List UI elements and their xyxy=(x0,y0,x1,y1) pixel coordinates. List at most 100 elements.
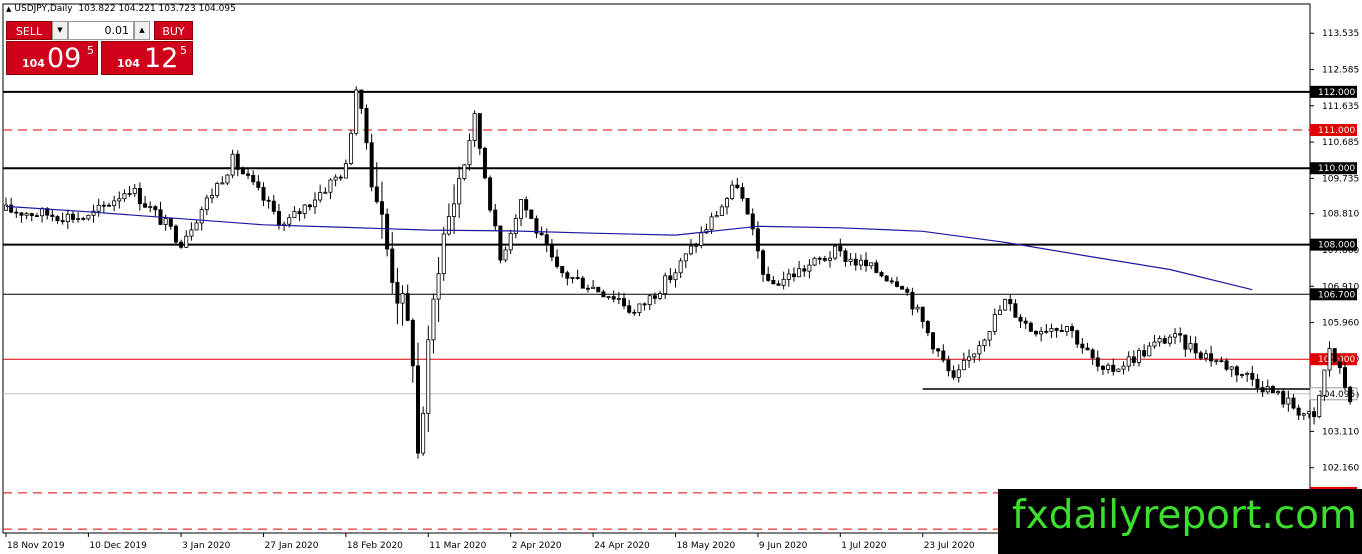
candle-body xyxy=(462,164,467,179)
candle-body xyxy=(40,208,45,217)
candle-body xyxy=(1034,330,1039,335)
candle-body xyxy=(951,370,956,378)
candle-body xyxy=(328,179,333,193)
candle-body xyxy=(287,217,292,225)
sell-button[interactable]: SELL xyxy=(6,21,52,40)
candle-body xyxy=(230,153,235,176)
candle-body xyxy=(173,225,178,243)
price-chart[interactable]: 113.535 112.585 111.635 110.685 109.735 108.8… xyxy=(0,0,1362,554)
sell-price-box[interactable]: 104 09 5 xyxy=(6,41,98,75)
candle-body xyxy=(488,177,493,211)
candle-body xyxy=(1301,413,1306,416)
lot-decrease-button[interactable]: ▼ xyxy=(52,21,68,40)
candle-body xyxy=(678,260,683,274)
candle-body xyxy=(1322,369,1327,396)
candle-body xyxy=(992,314,997,332)
candle-body xyxy=(534,218,539,234)
candle-body xyxy=(864,259,869,267)
chart-area[interactable]: 113.535 112.585 111.635 110.685 109.735 108.8… xyxy=(0,0,1362,554)
candle-body xyxy=(771,280,776,285)
candle-body xyxy=(802,268,807,272)
candle-body xyxy=(1121,365,1126,370)
candle-body xyxy=(627,305,632,313)
candle-body xyxy=(431,298,436,341)
candle-body xyxy=(1131,356,1136,363)
candle-body xyxy=(956,369,961,378)
candle-body xyxy=(740,187,745,199)
x-tick-label: 18 May 2020 xyxy=(677,541,736,551)
level-tag-label: 110.000 xyxy=(1318,164,1355,174)
candle-body xyxy=(1167,336,1172,344)
candle-body xyxy=(714,215,719,218)
candle-body xyxy=(421,412,426,454)
candle-body xyxy=(14,211,19,214)
candle-body xyxy=(189,229,194,237)
candle-body xyxy=(616,298,621,300)
candle-body xyxy=(122,193,127,200)
candle-body xyxy=(349,132,354,165)
candle-body xyxy=(225,174,230,184)
y-tick-label: 108.810 xyxy=(1322,210,1359,220)
candle-body xyxy=(271,200,276,212)
candle-body xyxy=(179,241,184,248)
candle-body xyxy=(415,365,420,454)
candle-body xyxy=(1327,348,1332,371)
candle-body xyxy=(1013,303,1018,318)
candle-body xyxy=(50,214,55,217)
candle-body xyxy=(240,169,245,175)
candle-body xyxy=(853,258,858,266)
candle-body xyxy=(797,268,802,278)
lot-size-input[interactable]: 0.01 xyxy=(68,21,134,40)
candle-body xyxy=(869,262,874,267)
candle-body xyxy=(112,200,117,207)
candle-body xyxy=(1296,407,1301,416)
candle-body xyxy=(1337,361,1342,369)
candle-body xyxy=(482,147,487,179)
watermark-banner: fxdailyreport.com xyxy=(998,489,1362,554)
candle-body xyxy=(163,218,168,225)
chevron-up-icon: ▲ xyxy=(139,26,145,34)
candle-body xyxy=(709,216,714,231)
candle-body xyxy=(683,253,688,262)
candle-body xyxy=(70,213,75,220)
candle-body xyxy=(776,283,781,286)
buy-button[interactable]: BUY xyxy=(154,21,193,40)
candle-body xyxy=(858,259,863,266)
candle-body xyxy=(199,209,204,224)
x-tick-label: 18 Feb 2020 xyxy=(347,541,403,551)
candle-body xyxy=(385,213,390,250)
buy-price-box[interactable]: 104 12 5 xyxy=(101,41,193,75)
candle-body xyxy=(343,163,348,179)
candle-body xyxy=(60,220,65,223)
candle-body xyxy=(390,248,395,283)
lot-increase-button[interactable]: ▲ xyxy=(134,21,150,40)
candle-body xyxy=(1193,343,1198,354)
candle-body xyxy=(781,279,786,286)
candle-body xyxy=(1003,299,1008,311)
candle-body xyxy=(261,187,266,201)
candle-body xyxy=(606,296,611,299)
y-tick-label: 105.960 xyxy=(1322,319,1359,329)
candle-body xyxy=(884,275,889,282)
candle-body xyxy=(307,204,312,208)
candle-body xyxy=(575,277,580,279)
candle-body xyxy=(735,184,740,189)
candle-body xyxy=(65,213,70,223)
candle-body xyxy=(34,215,39,217)
candle-body xyxy=(967,356,972,361)
candle-body xyxy=(215,183,220,196)
symbol-title: USDJPY,Daily xyxy=(14,4,73,14)
candle-body xyxy=(1183,334,1188,350)
candle-body xyxy=(472,113,477,141)
candle-body xyxy=(529,209,534,219)
candle-body xyxy=(251,175,256,183)
candle-body xyxy=(920,306,925,322)
candle-body xyxy=(1152,341,1157,347)
candle-body xyxy=(894,281,899,287)
candle-body xyxy=(24,213,29,216)
candle-body xyxy=(961,359,966,371)
level-tag-label: 108.000 xyxy=(1318,241,1355,251)
candle-body xyxy=(148,206,153,209)
x-tick-label: 2 Apr 2020 xyxy=(512,541,562,551)
candle-body xyxy=(1348,386,1353,403)
